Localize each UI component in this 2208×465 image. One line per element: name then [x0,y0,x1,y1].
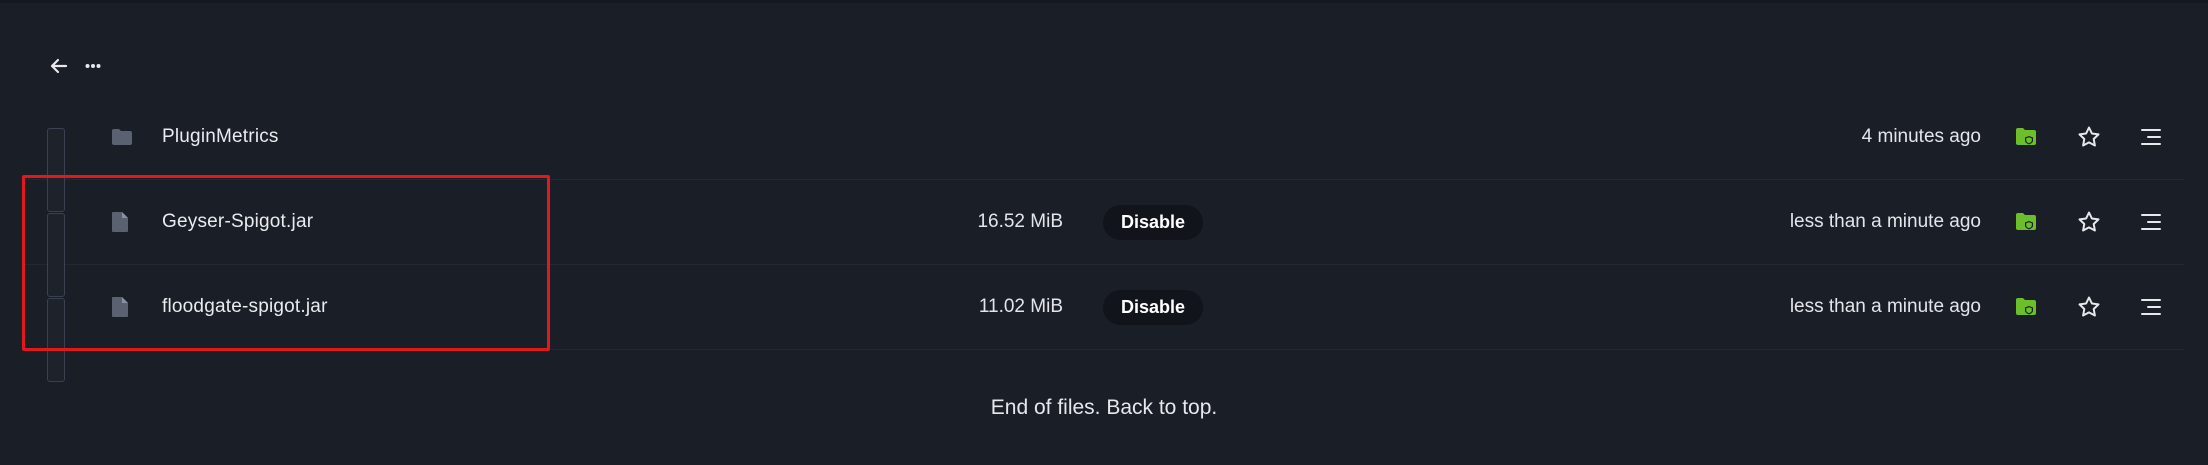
file-name[interactable]: PluginMetrics [162,95,279,179]
folder-icon [111,95,133,179]
arrow-left-icon[interactable] [48,55,70,77]
menu-icon[interactable] [2137,95,2165,179]
end-of-files-link[interactable]: End of files. Back to top. [991,396,1217,419]
menu-icon[interactable] [2137,265,2165,349]
folder-shield-icon[interactable] [2012,265,2040,349]
disable-button[interactable]: Disable [1103,289,1204,325]
selection-highlight-box [22,175,550,351]
file-modified: less than a minute ago [1789,211,1981,232]
star-icon[interactable] [2075,265,2103,349]
menu-icon[interactable] [2137,180,2165,264]
file-row[interactable]: PluginMetrics 4 minutes ago [24,95,2184,212]
disable-button[interactable]: Disable [1103,204,1204,240]
folder-shield-icon[interactable] [2012,95,2040,179]
star-icon[interactable] [2075,180,2103,264]
star-icon[interactable] [2075,95,2103,179]
file-size: 16.52 MiB [977,211,1063,232]
toolbar [48,52,104,80]
file-modified: less than a minute ago [1789,296,1981,317]
file-size: 11.02 MiB [978,296,1063,317]
more-horizontal-icon[interactable] [82,55,104,77]
action-cell: Disable [1103,180,1204,264]
folder-shield-icon[interactable] [2012,180,2040,264]
footer: End of files. Back to top. [0,396,2208,420]
file-modified: 4 minutes ago [1861,126,1981,147]
top-edge [0,0,2208,3]
action-cell: Disable [1103,265,1204,349]
